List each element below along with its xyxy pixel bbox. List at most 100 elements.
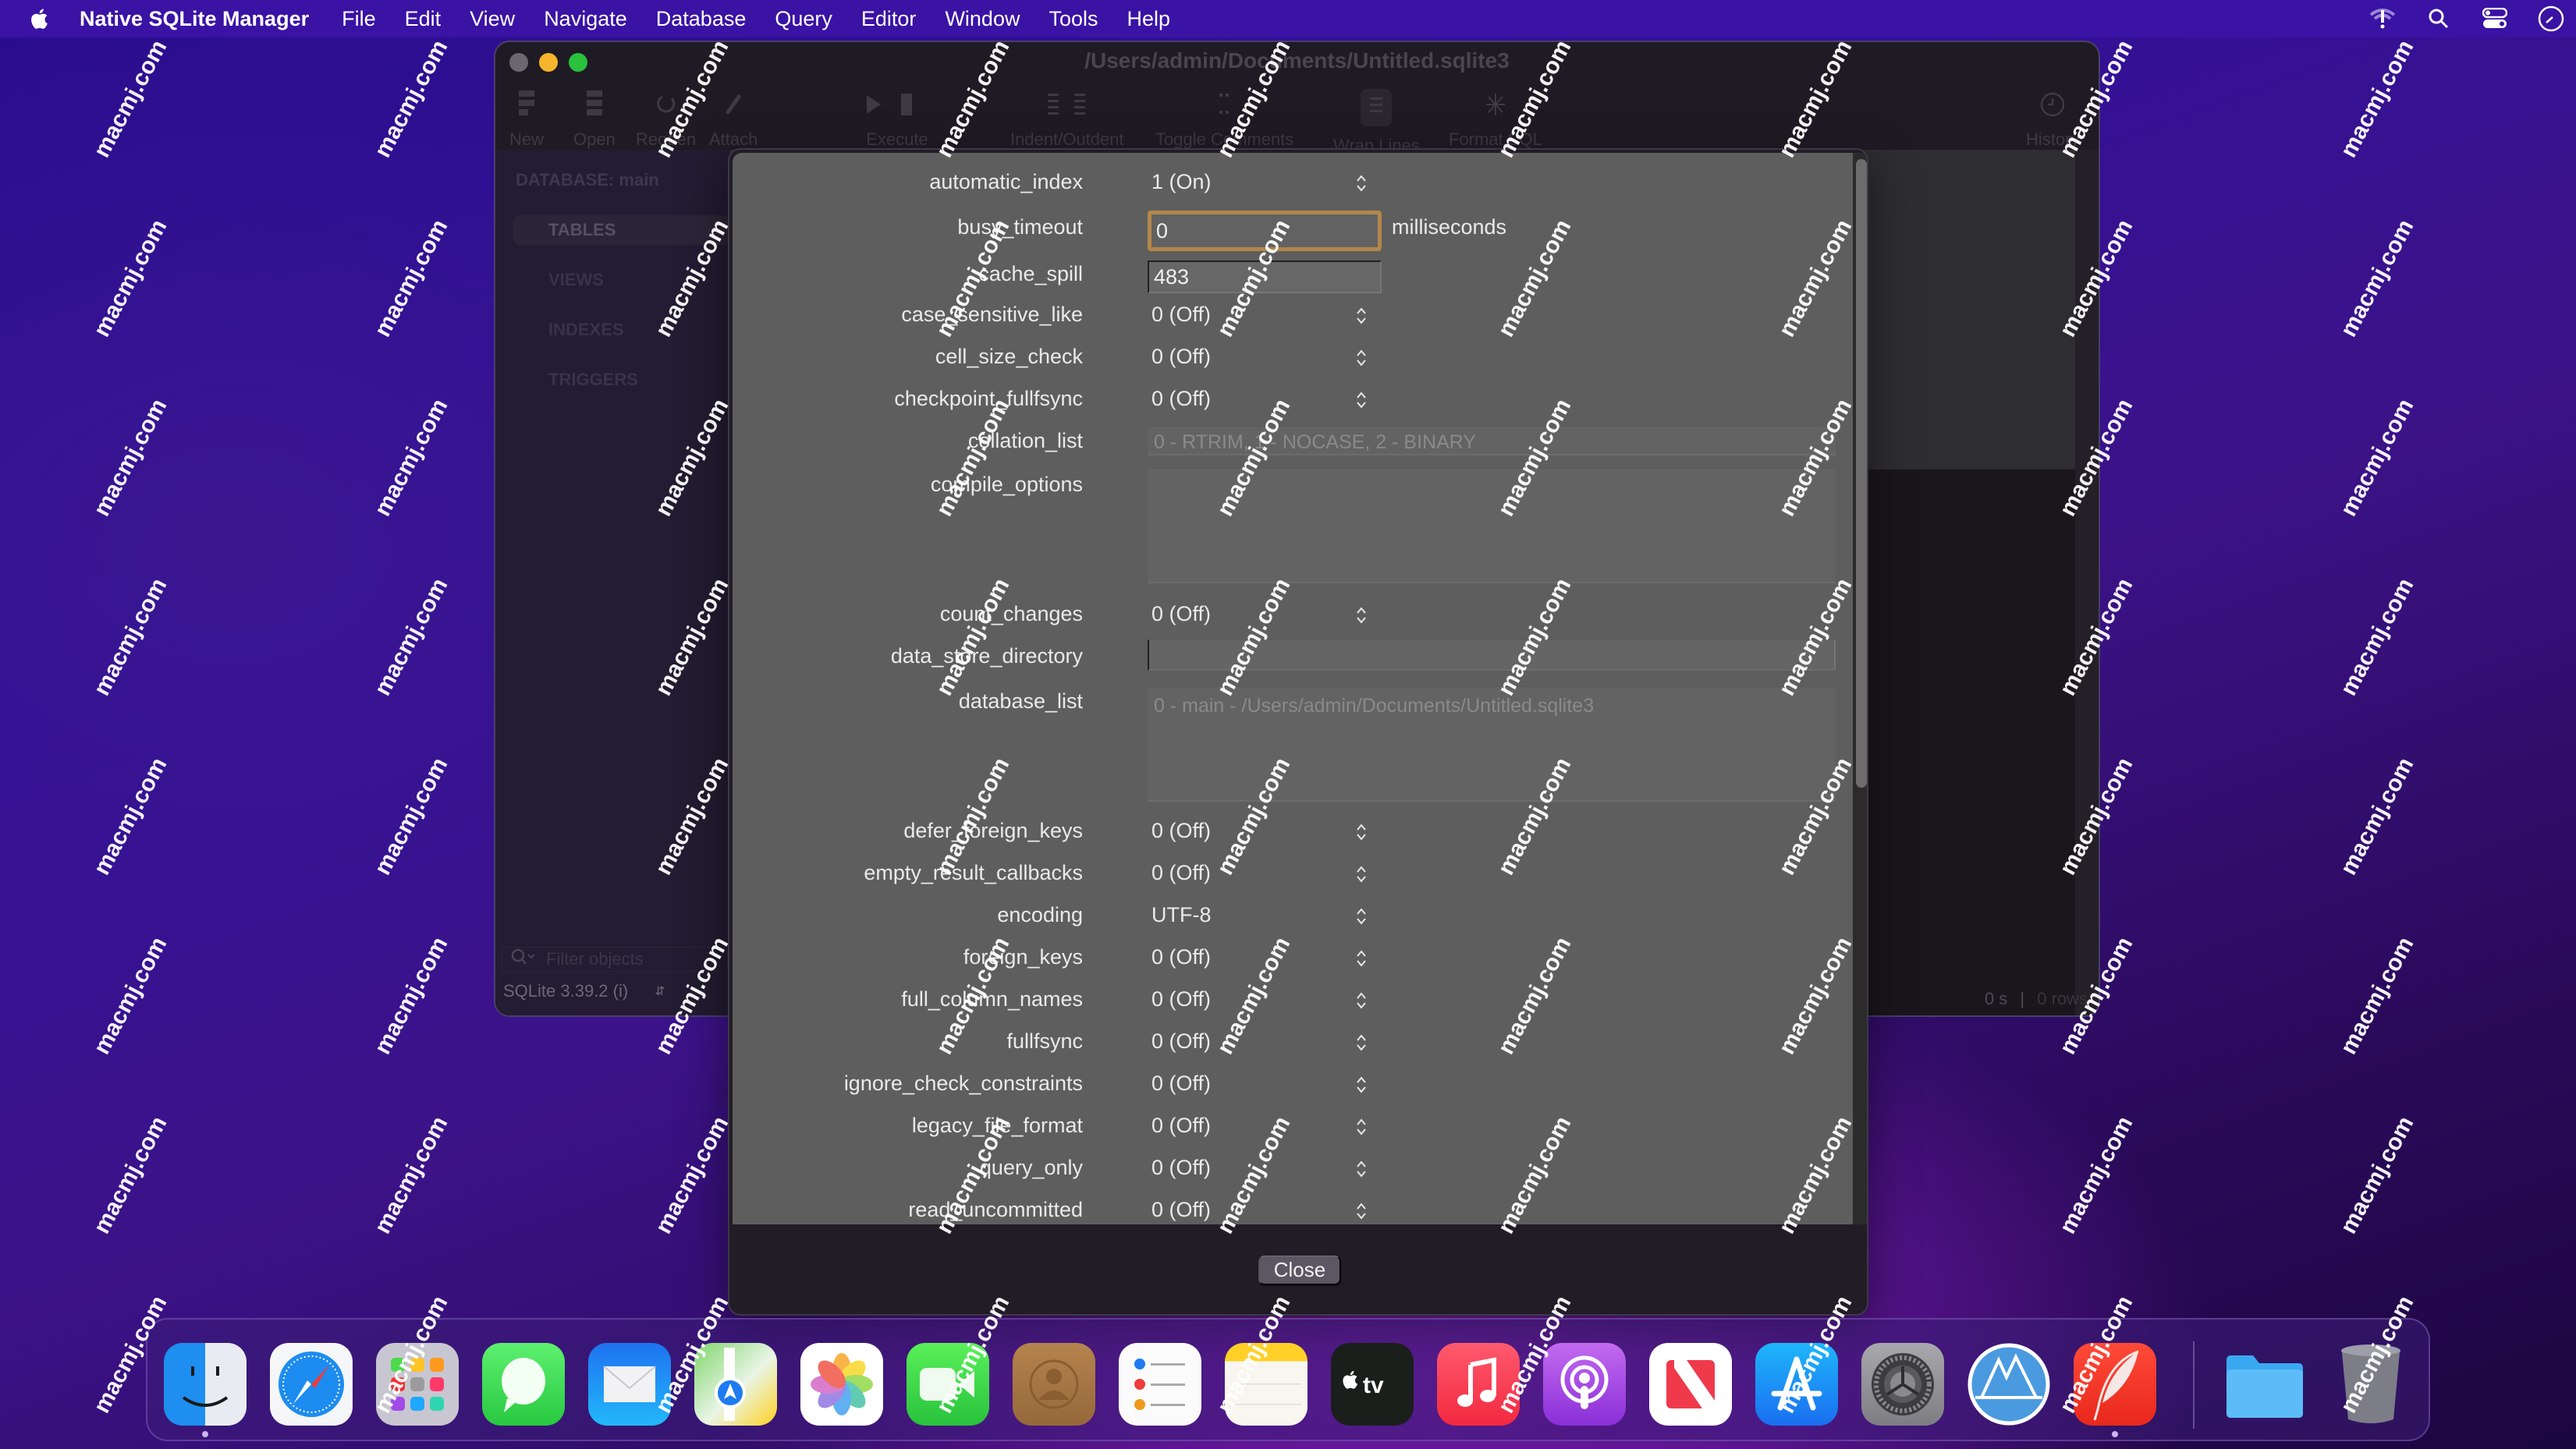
dock-native-sqlite-manager[interactable] [2074,1343,2156,1426]
chevron-updown-icon[interactable] [1354,604,1369,627]
menu-database[interactable]: Database [656,7,747,31]
dock-trash[interactable] [2329,1343,2412,1426]
finder-icon [182,1366,229,1407]
dock-safari[interactable] [270,1343,353,1426]
pragma-select-value[interactable]: 0 (Off) [1151,1198,1211,1222]
search-icon[interactable] [510,948,537,971]
dock-contacts[interactable] [1013,1343,1095,1426]
toolbar-indent-button[interactable]: Indent/Outdent [1010,89,1124,150]
pragma-select-value[interactable]: 0 (Off) [1151,987,1211,1011]
dock-facetime[interactable] [907,1343,989,1426]
sidebar-item-views[interactable]: VIEWS [513,265,731,295]
close-button[interactable]: Close [1258,1256,1341,1285]
pragma-select-value[interactable]: 0 (Off) [1151,1156,1211,1180]
chevron-updown-icon[interactable] [1354,1157,1369,1181]
menu-help[interactable]: Help [1127,7,1171,31]
menu-edit[interactable]: Edit [405,7,442,31]
pragma-select-value[interactable]: 0 (Off) [1151,1072,1211,1096]
sqlite-version-selector[interactable]: SQLite 3.39.2 (i) ⇵ [503,981,665,1001]
watermark-text: macmj.com [2335,574,2419,700]
data-store-directory-input[interactable] [1148,639,1836,671]
pragma-select-value[interactable]: 0 (Off) [1151,602,1211,626]
dock-mail[interactable] [588,1343,671,1426]
filter-objects-input[interactable] [546,949,702,969]
busy-timeout-input[interactable] [1148,211,1382,251]
toolbar-format-label: Format SQL [1449,129,1542,149]
toolbar-attach-button[interactable]: Attach [709,89,758,150]
chevron-updown-icon[interactable] [1354,863,1369,886]
dock-music[interactable] [1437,1343,1520,1426]
dock-finder[interactable] [164,1343,247,1426]
menu-window[interactable]: Window [945,7,1020,31]
pragma-select-value[interactable]: 1 (On) [1151,170,1212,194]
watermark-text: macmj.com [369,1112,453,1238]
sidebar-item-indexes[interactable]: INDEXES [513,315,731,345]
clock-icon[interactable] [2535,3,2567,34]
dock-photos[interactable] [800,1343,883,1426]
menu-app-name[interactable]: Native SQLite Manager [80,7,309,31]
pragma-select-value[interactable]: 0 (Off) [1151,945,1211,969]
spotlight-search-icon[interactable] [2423,3,2454,34]
menu-file[interactable]: File [342,7,376,31]
music-icon [1457,1357,1496,1407]
toolbar-open-button[interactable]: Open [573,89,616,150]
pragma-select-value[interactable]: 0 (Off) [1151,387,1211,411]
menu-editor[interactable]: Editor [861,7,917,31]
chevron-updown-icon[interactable] [1354,346,1369,370]
dock-apple-tv[interactable]: tv [1331,1343,1414,1426]
dock-reminders[interactable] [1119,1343,1201,1426]
chevron-updown-icon[interactable] [1354,989,1369,1012]
toolbar-history-button[interactable]: History [2026,89,2079,150]
dock-launchpad[interactable] [376,1343,459,1426]
filter-objects-field[interactable] [502,947,728,972]
chevron-updown-icon[interactable] [1354,1199,1369,1223]
dock-notes[interactable] [1225,1343,1308,1426]
chevron-updown-icon[interactable] [1354,172,1369,195]
dock-news[interactable] [1649,1343,1732,1426]
toolbar-new-button[interactable]: New [509,89,544,150]
launchpad-icon [391,1358,444,1411]
menu-navigate[interactable]: Navigate [544,7,627,31]
toolbar-execute-button[interactable]: Execute [862,89,932,150]
chevron-updown-icon[interactable] [1354,820,1369,844]
running-indicator [2112,1431,2118,1437]
chevron-updown-icon[interactable] [1354,1073,1369,1096]
sidebar-item-tables[interactable]: TABLES [513,215,731,245]
chevron-updown-icon[interactable] [1354,947,1369,970]
dock-altitude[interactable] [1967,1343,2050,1426]
dock-maps[interactable] [694,1343,777,1426]
dialog-scrollbar-thumb[interactable] [1856,159,1867,788]
dock-downloads-folder[interactable] [2223,1343,2306,1426]
apple-menu-icon[interactable] [30,6,53,31]
wifi-warning-icon[interactable] [2367,3,2398,34]
pragma-select-value[interactable]: 0 (Off) [1151,1029,1211,1054]
sidebar-item-triggers[interactable]: TRIGGERS [513,365,731,395]
dock-app-store[interactable] [1755,1343,1838,1426]
cache-spill-input[interactable] [1148,260,1382,293]
pragma-select-value[interactable]: 0 (Off) [1151,819,1211,843]
dock-messages[interactable] [482,1343,565,1426]
control-center-icon[interactable] [2479,3,2510,34]
chevron-updown-icon[interactable] [1354,905,1369,928]
pragma-label: read_uncommitted [908,1198,1083,1221]
toolbar-format-button[interactable]: Format SQL [1449,89,1542,150]
chevron-updown-icon[interactable] [1354,1031,1369,1054]
toolbar-comments-button[interactable]: Toggle Comments [1155,89,1293,150]
pragma-select-value[interactable]: 0 (Off) [1151,303,1211,327]
toolbar-reopen-button[interactable]: Reopen [636,89,696,150]
chevron-updown-icon[interactable] [1354,1115,1369,1139]
pragma-select-value[interactable]: 0 (Off) [1151,345,1211,369]
pragma-select-value[interactable]: 0 (Off) [1151,1114,1211,1138]
chevron-updown-icon[interactable] [1354,304,1369,328]
menu-view[interactable]: View [470,7,515,31]
dock-podcasts[interactable] [1543,1343,1626,1426]
chevron-updown-icon[interactable] [1354,388,1369,412]
pragma-select-value[interactable]: 0 (Off) [1151,861,1211,885]
menu-tools[interactable]: Tools [1048,7,1098,31]
menu-query[interactable]: Query [775,7,832,31]
pragma-select-value[interactable]: UTF-8 [1151,903,1212,927]
title-bar: /Users/admin/Documents/Untitled.sqlite3 [495,42,2099,83]
folder-icon [2227,1355,2303,1418]
toolbar-wrap-button[interactable]: Wrap Lines [1333,89,1420,156]
dock-system-preferences[interactable] [1861,1343,1944,1426]
